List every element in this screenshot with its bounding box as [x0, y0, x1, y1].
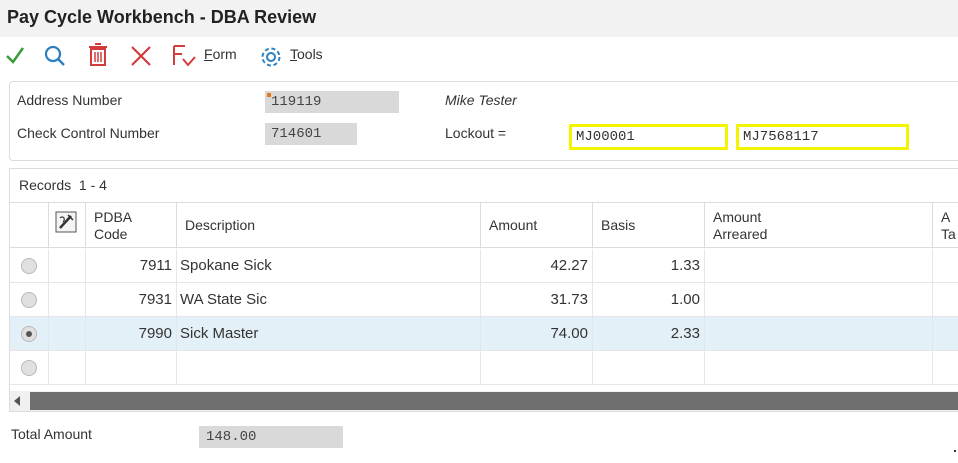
- description-cell: Sick Master: [177, 317, 481, 350]
- address-number-label: Address Number: [17, 92, 123, 108]
- form-menu-label: Form: [204, 46, 237, 62]
- attachment-icon: [55, 211, 77, 233]
- pdba-code-column-header[interactable]: PDBA Code: [86, 203, 177, 248]
- row-select-cell[interactable]: [10, 317, 49, 350]
- row-radio[interactable]: [21, 258, 37, 274]
- check-control-label: Check Control Number: [17, 125, 160, 141]
- basis-cell: 2.33: [593, 317, 705, 350]
- lockout-label: Lockout =: [445, 125, 507, 141]
- row-radio[interactable]: [21, 360, 37, 376]
- amount-cell: 42.27: [481, 249, 593, 282]
- basis-column-header[interactable]: Basis: [593, 203, 705, 248]
- check-control-field: 714601: [265, 123, 357, 145]
- attachment-cell: [49, 317, 86, 350]
- total-amount-field: 148.00: [199, 426, 343, 448]
- gear-icon: [261, 47, 281, 67]
- description-column-header[interactable]: Description: [177, 203, 481, 248]
- records-count: Records 1 - 4: [19, 177, 107, 193]
- lockout-field-2[interactable]: MJ7568117: [736, 124, 909, 150]
- pdba-code-cell[interactable]: [86, 351, 177, 384]
- description-cell: Spokane Sick: [177, 249, 481, 282]
- close-icon: [131, 46, 151, 66]
- grid-header: PDBA Code Description Amount Basis Amount…: [10, 202, 958, 248]
- row-select-cell[interactable]: [10, 351, 49, 384]
- lockout-field-1[interactable]: MJ00001: [569, 124, 728, 150]
- address-number-field: 119119: [265, 91, 399, 113]
- row-select-cell[interactable]: [10, 249, 49, 282]
- ok-button[interactable]: [5, 43, 25, 69]
- truncated-cell: [933, 249, 958, 282]
- pdba-code-cell: 7911: [86, 249, 177, 282]
- search-icon: [44, 45, 65, 66]
- pdba-code-cell: 7931: [86, 283, 177, 316]
- amount-arreared-column-header[interactable]: Amount Arreared: [705, 203, 933, 248]
- basis-cell: 1.00: [593, 283, 705, 316]
- header-panel: Address Number 119119 Mike Tester Check …: [9, 81, 958, 161]
- form-menu-button[interactable]: Form: [171, 43, 243, 69]
- trailing-dot: [954, 450, 956, 452]
- amount-cell: 31.73: [481, 283, 593, 316]
- attachment-cell: [49, 351, 86, 384]
- table-row-selected[interactable]: 7990 Sick Master 74.00 2.33: [10, 317, 958, 351]
- toolbar: Form Tools: [0, 37, 958, 74]
- amount-arreared-cell: [705, 249, 933, 282]
- tools-menu-label: Tools: [290, 46, 323, 62]
- row-radio[interactable]: [21, 292, 37, 308]
- amount-arreared-cell: [705, 283, 933, 316]
- row-radio-selected[interactable]: [21, 326, 37, 342]
- amount-cell: 74.00: [481, 317, 593, 350]
- attachment-cell: [49, 249, 86, 282]
- total-amount-label: Total Amount: [11, 426, 92, 442]
- records-grid: Records 1 - 4 PDBA Code Description Amoun…: [9, 168, 958, 412]
- checkmark-icon: [6, 47, 25, 64]
- delete-button[interactable]: [88, 43, 108, 69]
- truncated-cell: [933, 351, 958, 384]
- employee-name: Mike Tester: [445, 92, 517, 108]
- amount-cell[interactable]: [481, 351, 593, 384]
- cancel-button[interactable]: [129, 43, 153, 69]
- horizontal-scrollbar[interactable]: [10, 391, 958, 411]
- scrollbar-thumb[interactable]: [30, 392, 958, 410]
- description-cell: WA State Sic: [177, 283, 481, 316]
- pdba-code-cell: 7990: [86, 317, 177, 350]
- table-row-empty[interactable]: [10, 351, 958, 385]
- table-row[interactable]: 7931 WA State Sic 31.73 1.00: [10, 283, 958, 317]
- scroll-left-icon[interactable]: [14, 396, 20, 406]
- truncated-column-header[interactable]: A Ta: [933, 203, 958, 248]
- truncated-cell: [933, 317, 958, 350]
- basis-cell: 1.33: [593, 249, 705, 282]
- form-menu-icon: [173, 45, 196, 67]
- truncated-cell: [933, 283, 958, 316]
- trash-icon: [89, 43, 107, 66]
- attachment-cell: [49, 283, 86, 316]
- window-title: Pay Cycle Workbench - DBA Review: [7, 7, 317, 27]
- basis-cell[interactable]: [593, 351, 705, 384]
- tools-menu-button[interactable]: Tools: [259, 43, 334, 69]
- row-select-cell[interactable]: [10, 283, 49, 316]
- title-bar: Pay Cycle Workbench - DBA Review: [0, 0, 958, 37]
- amount-column-header[interactable]: Amount: [481, 203, 593, 248]
- select-column-header: [10, 203, 49, 248]
- description-cell[interactable]: [177, 351, 481, 384]
- find-button[interactable]: [43, 43, 67, 69]
- attachment-column-header[interactable]: [49, 203, 86, 248]
- required-indicator: [267, 93, 271, 97]
- amount-arreared-cell: [705, 317, 933, 350]
- amount-arreared-cell[interactable]: [705, 351, 933, 384]
- table-row[interactable]: 7911 Spokane Sick 42.27 1.33: [10, 249, 958, 283]
